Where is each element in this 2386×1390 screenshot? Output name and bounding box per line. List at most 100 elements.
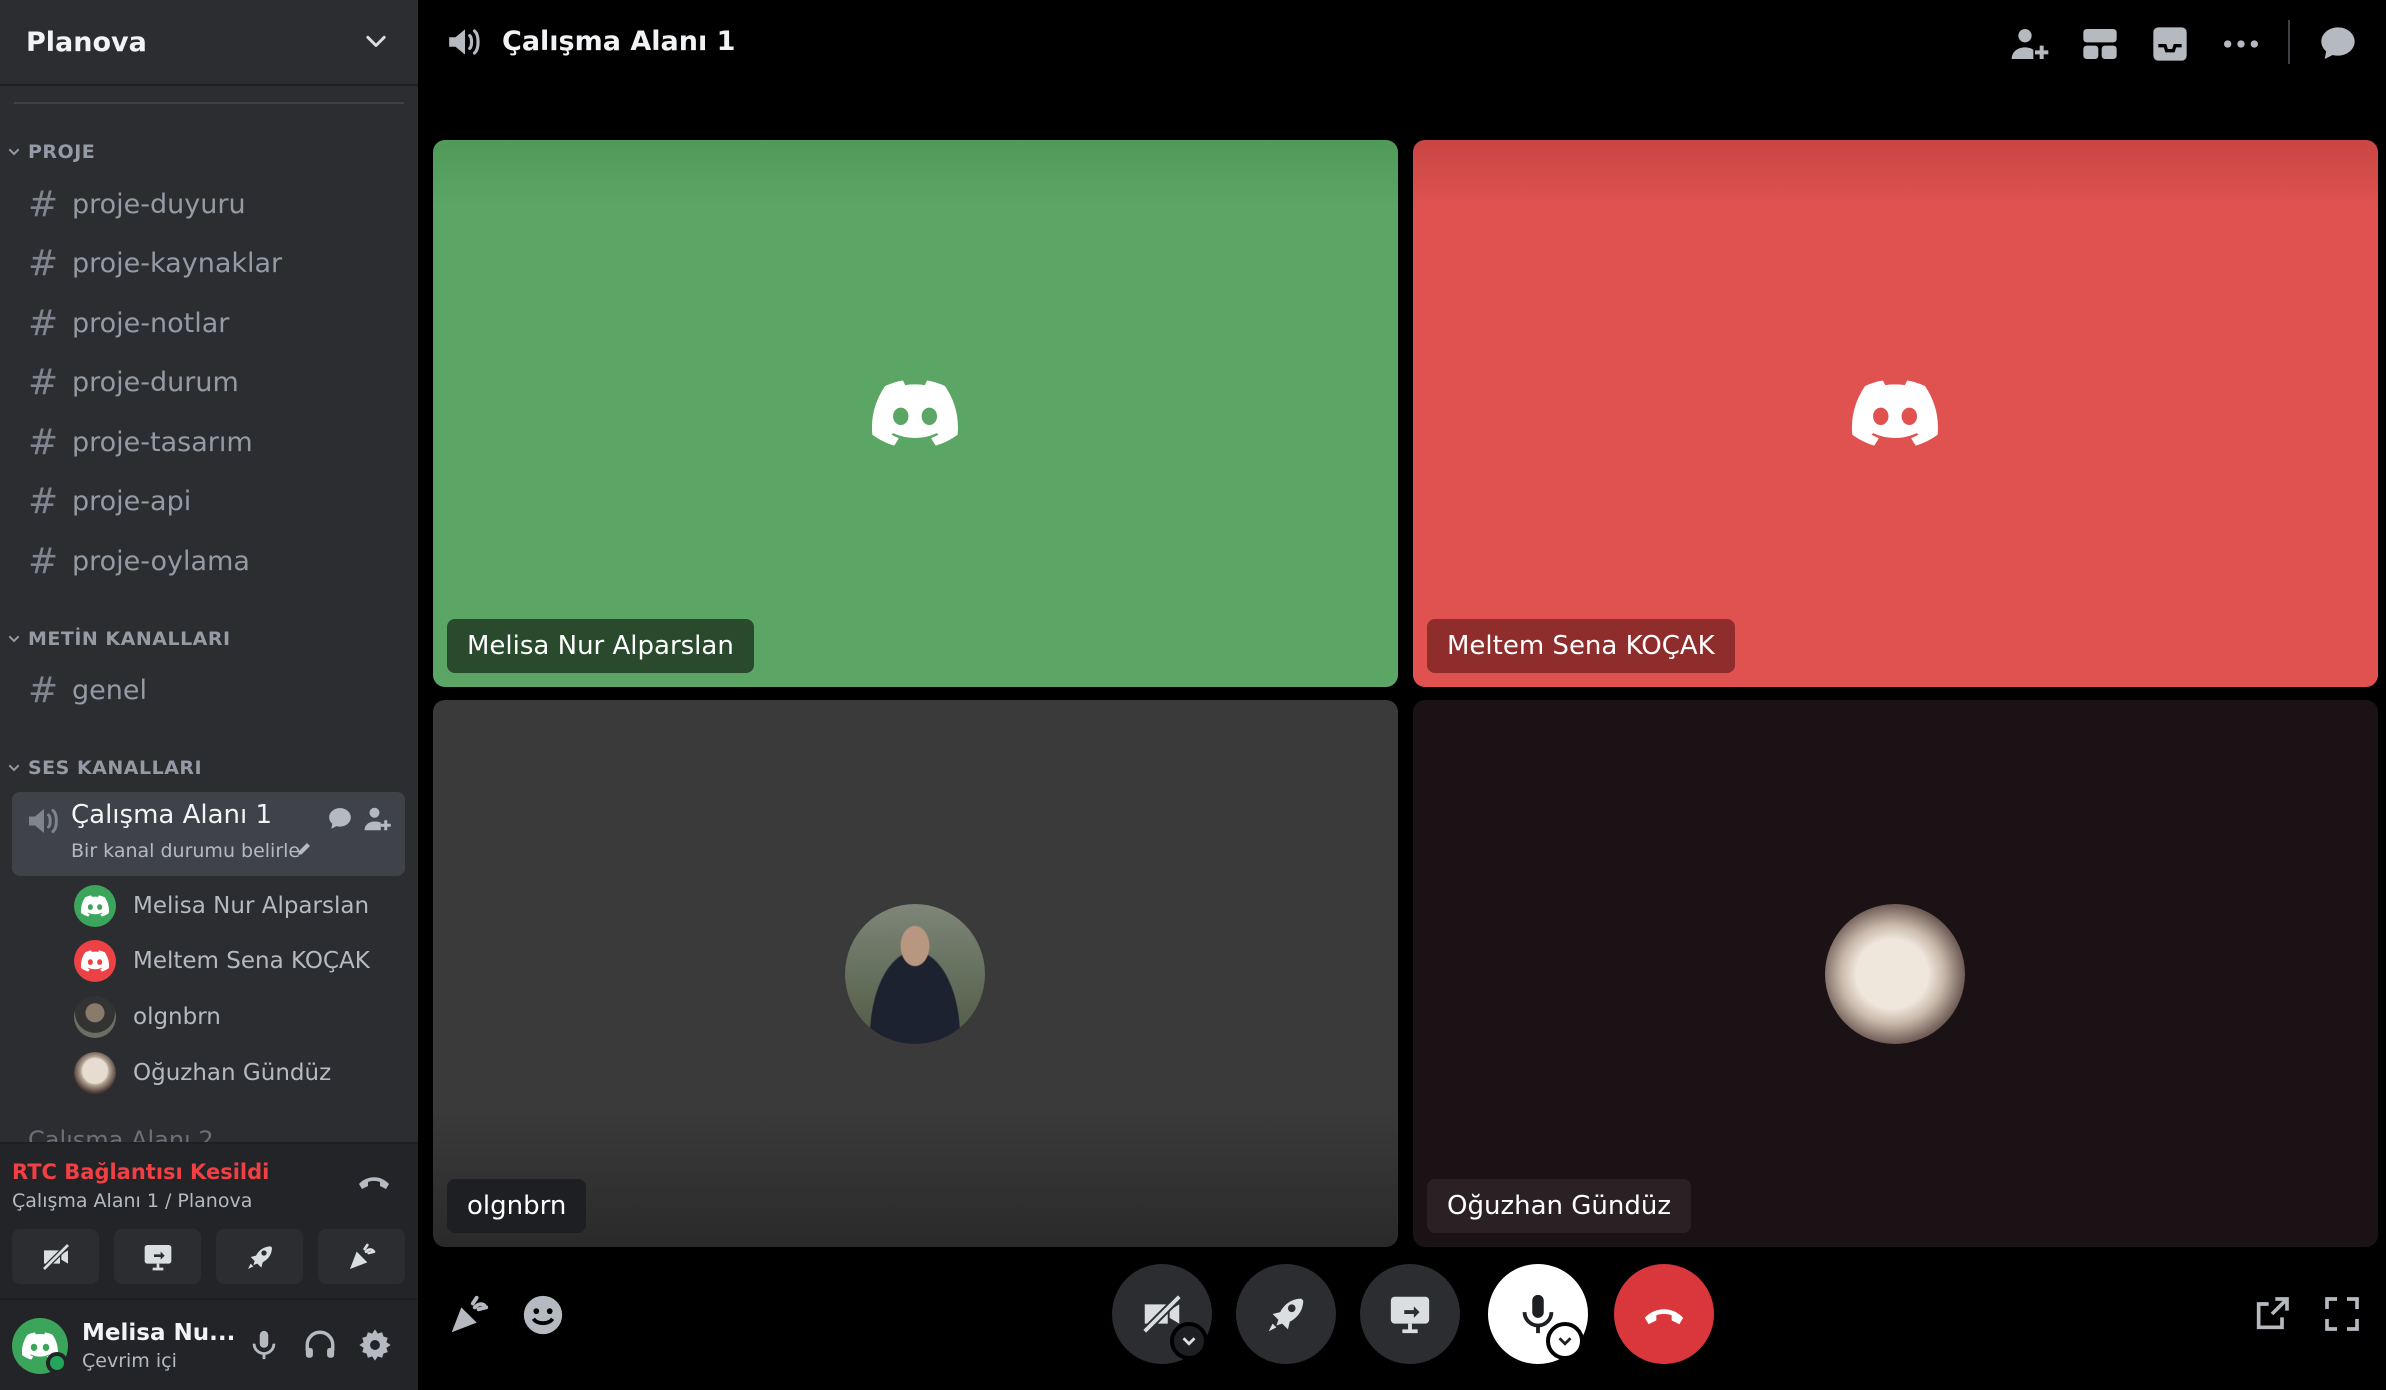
voice-member[interactable]: Oğuzhan Gündüz xyxy=(74,1049,331,1097)
member-name: olgnbrn xyxy=(133,1004,221,1030)
voice-channel-calisma-alani-1[interactable]: Çalışma Alanı 1 Bir kanal durumu belirle xyxy=(12,792,405,876)
channel-name: proje-duyuru xyxy=(72,188,246,220)
server-name: Planova xyxy=(26,26,147,58)
chevron-down-icon xyxy=(8,764,20,772)
participant-tile[interactable]: Melisa Nur Alparslan xyxy=(433,140,1398,687)
emoji-icon[interactable] xyxy=(520,1292,566,1338)
channel-genel[interactable]: # genel xyxy=(14,664,404,716)
participant-name: Oğuzhan Gündüz xyxy=(1427,1179,1691,1233)
chat-bubble-icon[interactable] xyxy=(326,806,354,832)
camera-options-button[interactable] xyxy=(1170,1322,1208,1360)
participant-tile[interactable]: olgnbrn xyxy=(433,700,1398,1247)
category-label: PROJE xyxy=(28,141,96,163)
chat-bubble-icon[interactable] xyxy=(2318,24,2358,64)
server-header[interactable]: Planova xyxy=(0,0,418,86)
voice-member[interactable]: olgnbrn xyxy=(74,993,221,1041)
share-screen-button[interactable] xyxy=(1360,1264,1460,1364)
activity-button[interactable] xyxy=(216,1229,303,1284)
channel-name: proje-tasarım xyxy=(72,426,253,458)
hang-up-icon xyxy=(1644,1309,1684,1325)
hashtag-icon: # xyxy=(28,302,59,344)
channel-name: proje-api xyxy=(72,485,192,517)
screen-share-icon xyxy=(144,1244,171,1270)
chevron-down-icon xyxy=(1558,1337,1572,1346)
username[interactable]: Melisa Nu... xyxy=(82,1320,235,1346)
category-ses-kanallari[interactable]: SES KANALLARI xyxy=(6,757,202,779)
grid-layout-icon[interactable] xyxy=(2080,24,2120,64)
avatar-photo xyxy=(74,1052,116,1094)
channel-name: proje-notlar xyxy=(72,307,230,339)
channel-name: proje-oylama xyxy=(72,545,250,577)
channel-proje-kaynaklar[interactable]: # proje-kaynaklar xyxy=(14,237,404,289)
participant-photo xyxy=(1825,904,1965,1044)
participant-name: Melisa Nur Alparslan xyxy=(447,619,754,673)
disconnect-button[interactable] xyxy=(1614,1264,1714,1364)
channel-proje-duyuru[interactable]: # proje-duyuru xyxy=(14,178,404,230)
discord-logo-icon xyxy=(1852,380,1938,446)
rtc-status[interactable]: RTC Bağlantısı Kesildi xyxy=(12,1160,269,1184)
pencil-icon[interactable] xyxy=(295,840,313,858)
participant-name: olgnbrn xyxy=(447,1179,587,1233)
speaker-icon xyxy=(29,809,58,833)
channel-proje-oylama[interactable]: # proje-oylama xyxy=(14,535,404,587)
participant-photo xyxy=(845,904,985,1044)
camera-off-icon xyxy=(41,1242,70,1271)
voice-member[interactable]: Melisa Nur Alparslan xyxy=(74,882,369,930)
channel-proje-durum[interactable]: # proje-durum xyxy=(14,356,404,408)
channel-proje-api[interactable]: # proje-api xyxy=(14,475,404,527)
voice-member[interactable]: Meltem Sena KOÇAK xyxy=(74,937,370,985)
hashtag-icon: # xyxy=(28,183,59,225)
discord-logo-icon xyxy=(872,380,958,446)
participant-tile[interactable]: Meltem Sena KOÇAK xyxy=(1413,140,2378,687)
microphone-icon[interactable] xyxy=(247,1328,281,1362)
channel-proje-notlar[interactable]: # proje-notlar xyxy=(14,297,404,349)
soundboard-icon[interactable] xyxy=(446,1292,492,1338)
fullscreen-icon[interactable] xyxy=(2322,1294,2362,1334)
discord-logo-icon xyxy=(81,950,109,972)
participant-name: Meltem Sena KOÇAK xyxy=(1427,619,1735,673)
headphones-icon[interactable] xyxy=(303,1328,337,1362)
screen-share-icon xyxy=(1390,1296,1430,1334)
category-metin-kanallari[interactable]: METİN KANALLARI xyxy=(6,628,231,650)
add-user-icon[interactable] xyxy=(362,804,392,834)
chevron-down-icon xyxy=(1182,1337,1196,1346)
user-panel: Melisa Nu... Çevrim içi xyxy=(0,1298,418,1390)
channel-status-placeholder[interactable]: Bir kanal durumu belirle xyxy=(71,840,300,862)
hashtag-icon: # xyxy=(28,669,59,711)
rocket-icon xyxy=(247,1245,272,1269)
chevron-down-icon xyxy=(8,635,20,643)
hashtag-icon: # xyxy=(28,540,59,582)
camera-off-button[interactable] xyxy=(12,1229,99,1284)
channel-title: Çalışma Alanı 1 xyxy=(502,26,736,57)
rtc-location[interactable]: Çalışma Alanı 1 / Planova xyxy=(12,1190,252,1212)
chevron-down-icon xyxy=(8,148,20,156)
add-user-icon[interactable] xyxy=(2010,24,2050,64)
speaker-icon xyxy=(449,29,480,55)
activity-button[interactable] xyxy=(1236,1264,1336,1364)
microphone-options-button[interactable] xyxy=(1546,1322,1584,1360)
voice-connection-panel: RTC Bağlantısı Kesildi Çalışma Alanı 1 /… xyxy=(0,1142,418,1298)
channel-header: Çalışma Alanı 1 xyxy=(418,0,2386,86)
inbox-icon[interactable] xyxy=(2150,24,2190,64)
channel-proje-tasarim[interactable]: # proje-tasarım xyxy=(14,416,404,468)
gear-icon[interactable] xyxy=(358,1328,392,1362)
category-label: SES KANALLARI xyxy=(28,757,203,779)
chevron-down-icon xyxy=(366,35,386,47)
discord-app: Planova PROJE # proje-duyuru # proje-kayna… xyxy=(0,0,2386,1390)
hashtag-icon: # xyxy=(28,361,59,403)
pop-out-icon[interactable] xyxy=(2252,1294,2292,1334)
channel-sidebar: Planova PROJE # proje-duyuru # proje-kayna… xyxy=(0,0,418,1390)
voice-stage: Çalışma Alanı 1 Melisa Nur Alparslan Mel… xyxy=(418,0,2386,1390)
participant-tile[interactable]: Oğuzhan Gündüz xyxy=(1413,700,2378,1247)
hashtag-icon: # xyxy=(28,421,59,463)
soundboard-button[interactable] xyxy=(318,1229,405,1284)
share-screen-button[interactable] xyxy=(114,1229,201,1284)
more-options-icon[interactable] xyxy=(2221,24,2261,64)
channel-name: genel xyxy=(72,674,147,706)
category-proje[interactable]: PROJE xyxy=(6,141,95,163)
voice-channel-name: Çalışma Alanı 1 xyxy=(71,800,273,830)
disconnect-icon[interactable] xyxy=(356,1168,392,1194)
channel-name: proje-durum xyxy=(72,366,239,398)
member-name: Meltem Sena KOÇAK xyxy=(133,948,370,974)
avatar xyxy=(74,885,116,927)
